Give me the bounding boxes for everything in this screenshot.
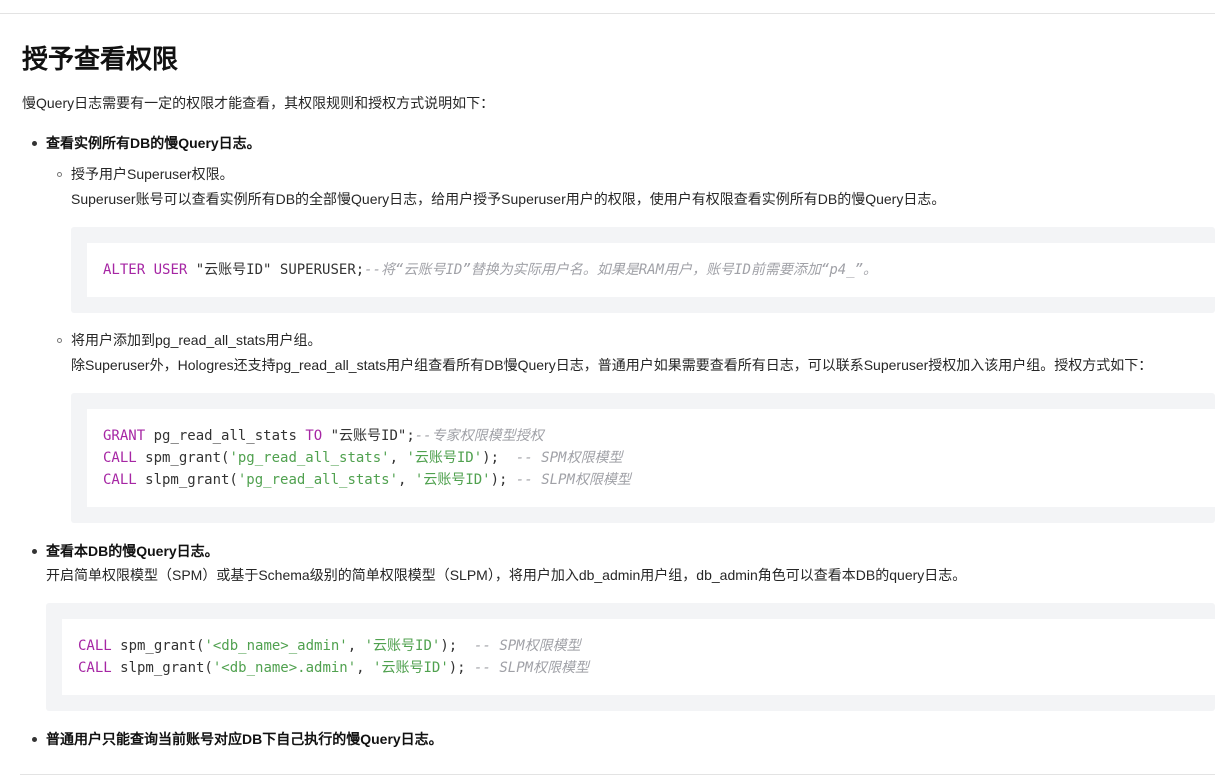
section3-heading: 普通用户只能查询当前账号对应DB下自己执行的慢Query日志。 xyxy=(46,731,443,747)
code-line: CALL spm_grant('pg_read_all_stats', '云账号… xyxy=(103,450,623,466)
section2-heading: 查看本DB的慢Query日志。 xyxy=(46,543,219,559)
code-block-db-admin: CALL spm_grant('<db_name>_admin', '云账号ID… xyxy=(46,603,1215,711)
section2-body: 开启简单权限模型（SPM）或基于Schema级别的简单权限模型（SLPM），将用… xyxy=(46,567,967,583)
intro-paragraph: 慢Query日志需要有一定的权限才能查看，其权限规则和授权方式说明如下： xyxy=(22,95,495,111)
bullet-icon xyxy=(32,737,37,742)
circle-bullet-icon xyxy=(57,172,62,177)
top-divider xyxy=(0,13,1215,14)
code-line: CALL spm_grant('<db_name>_admin', '云账号ID… xyxy=(78,638,581,654)
code-block-pg-read-all-stats: GRANT pg_read_all_stats TO "云账号ID";--专家权… xyxy=(71,393,1215,523)
bullet-icon xyxy=(32,549,37,554)
sub1-body: Superuser账号可以查看实例所有DB的全部慢Query日志，给用户授予Su… xyxy=(71,191,946,207)
circle-bullet-icon xyxy=(57,338,62,343)
sub2-heading: 将用户添加到pg_read_all_stats用户组。 xyxy=(71,332,322,348)
code-line: GRANT pg_read_all_stats TO "云账号ID";--专家权… xyxy=(103,428,544,444)
page-title: 授予查看权限 xyxy=(22,44,179,74)
code-line: CALL slpm_grant('<db_name>.admin', '云账号I… xyxy=(78,660,590,676)
sub2-body: 除Superuser外，Hologres还支持pg_read_all_stats… xyxy=(71,357,1153,373)
bullet-icon xyxy=(32,141,37,146)
code-line: ALTER USER "云账号ID" SUPERUSER;--将“云账号ID”替… xyxy=(103,262,878,278)
section1-heading: 查看实例所有DB的慢Query日志。 xyxy=(46,135,261,151)
sub1-heading: 授予用户Superuser权限。 xyxy=(71,166,234,182)
code-block-superuser: ALTER USER "云账号ID" SUPERUSER;--将“云账号ID”替… xyxy=(71,227,1215,313)
code-line: CALL slpm_grant('pg_read_all_stats', '云账… xyxy=(103,472,631,488)
bottom-divider xyxy=(20,774,1215,775)
